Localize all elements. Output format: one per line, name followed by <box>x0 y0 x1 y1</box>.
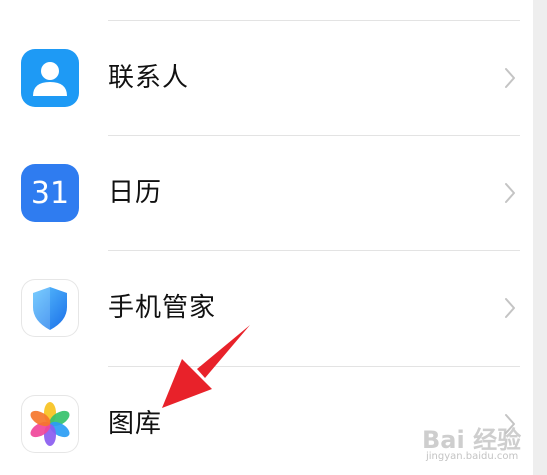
chevron-right-icon <box>503 67 517 89</box>
baidu-jingyan-watermark: Bai 经验 jingyan.baidu.com <box>418 418 530 468</box>
scroll-edge <box>533 0 547 475</box>
calendar-icon: 31 <box>21 164 79 222</box>
app-row-label: 日历 <box>108 178 163 208</box>
app-row-phone-manager[interactable]: 手机管家 <box>0 251 533 365</box>
phone-manager-shield-icon <box>21 279 79 337</box>
watermark-text: Bai 经验 <box>422 426 522 454</box>
app-row-calendar[interactable]: 31 日历 <box>0 136 533 250</box>
watermark-url: jingyan.baidu.com <box>426 451 519 462</box>
gallery-pinwheel-icon <box>21 395 79 453</box>
app-row-label: 手机管家 <box>108 293 217 323</box>
chevron-right-icon <box>503 297 517 319</box>
calendar-day-number: 31 <box>30 175 70 211</box>
contacts-icon <box>21 49 79 107</box>
app-row-label: 联系人 <box>108 63 190 93</box>
app-row-contacts[interactable]: 联系人 <box>0 21 533 135</box>
app-row-label: 图库 <box>108 409 163 439</box>
settings-apps-screen: 联系人 31 日历 手机管家 图库 Bai 经验 jingyan.baidu.c… <box>0 0 547 475</box>
chevron-right-icon <box>503 182 517 204</box>
